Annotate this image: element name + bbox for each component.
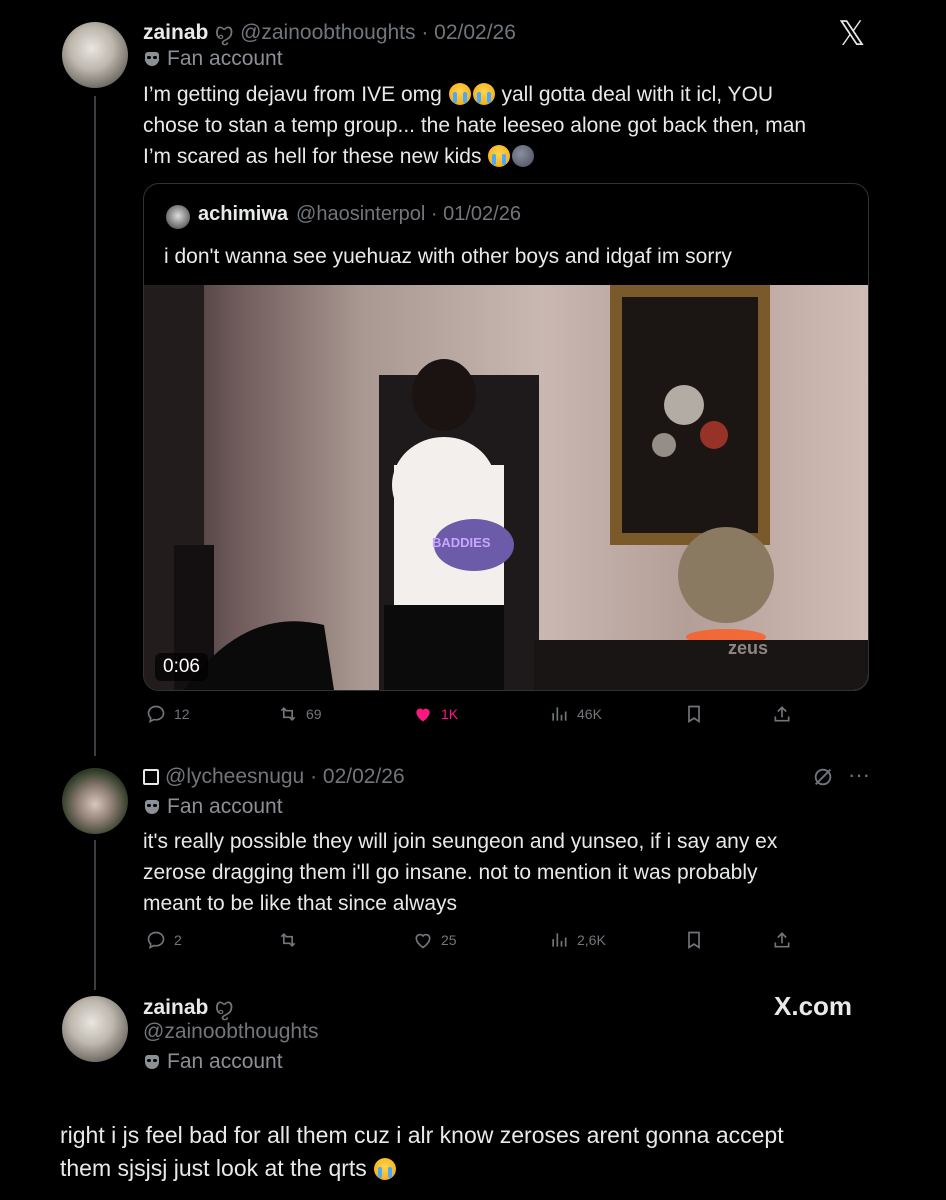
bookmark-button[interactable] xyxy=(684,930,704,950)
author-name[interactable]: zainab xyxy=(143,21,208,45)
fan-account-badge: Fan account xyxy=(145,795,283,819)
x-com-brand: X.com xyxy=(774,991,853,1021)
fan-account-badge: Fan account xyxy=(145,1050,283,1074)
caption-text: right i js feel bad for all them cuz i a… xyxy=(60,1119,784,1185)
like-count: 25 xyxy=(441,932,457,948)
fan-account-badge: Fan account xyxy=(145,47,283,71)
text-line: yall gotta deal with it icl, YOU xyxy=(501,83,774,106)
text-line: I’m scared as hell for these new kids xyxy=(143,145,482,168)
text-line: chose to stan a temp group... the hate l… xyxy=(143,114,807,137)
tweet-text: I’m getting dejavu from IVE omg yall got… xyxy=(143,79,883,172)
quote-tweet[interactable]: achimiwa @haosinterpol · 01/02/26 i don'… xyxy=(143,183,869,691)
share-icon xyxy=(774,932,790,948)
like-button[interactable]: 1K xyxy=(413,704,458,724)
text-line: zerose dragging them i'll go insane. not… xyxy=(143,861,758,884)
thread-line xyxy=(94,96,96,756)
shirt-text: BADDIES xyxy=(432,535,491,550)
reply-button[interactable]: 2 xyxy=(146,930,182,950)
video-player[interactable]: BADDIES zeus 0:06 xyxy=(144,285,868,690)
reply-icon xyxy=(147,931,165,950)
repost-count: 69 xyxy=(306,706,322,722)
heart-filled-icon xyxy=(416,708,430,722)
bookmark-icon xyxy=(688,705,700,724)
handle-date[interactable]: @lycheesnugu · 02/02/26 xyxy=(165,765,405,789)
like-button[interactable]: 25 xyxy=(413,930,457,950)
reply-count: 2 xyxy=(174,932,182,948)
like-count: 1K xyxy=(441,706,459,722)
author-name[interactable]: zainab xyxy=(143,996,208,1020)
repost-button[interactable]: 69 xyxy=(278,704,322,724)
share-button[interactable] xyxy=(772,704,792,724)
text-line: meant to be like that since always xyxy=(143,892,457,915)
repost-icon xyxy=(280,706,296,722)
crying-face-icon xyxy=(488,145,511,167)
quote-avatar xyxy=(166,205,190,229)
caption-line: them sjsjsj just look at the qrts xyxy=(60,1155,367,1181)
name-suffix: ꨄ xyxy=(214,996,235,1019)
mask-icon xyxy=(145,52,159,66)
bookmark-icon xyxy=(688,931,700,950)
thread-line xyxy=(94,840,96,990)
reply-count: 12 xyxy=(174,706,190,722)
bookmark-button[interactable] xyxy=(684,704,704,724)
share-icon xyxy=(774,706,790,722)
handle-date[interactable]: @zainoobthoughts · 02/02/26 xyxy=(240,21,516,45)
views-button[interactable]: 46K xyxy=(549,704,602,724)
badge-label: Fan account xyxy=(167,47,283,70)
grok-icon[interactable] xyxy=(812,766,834,793)
share-button[interactable] xyxy=(772,930,792,950)
views-icon xyxy=(552,933,567,947)
badge-label: Fan account xyxy=(167,795,283,818)
quote-text: i don't wanna see yuehuaz with other boy… xyxy=(164,245,732,268)
crying-face-icon xyxy=(374,1158,397,1180)
reply-icon xyxy=(147,705,165,724)
caption-line: right i js feel bad for all them cuz i a… xyxy=(60,1122,784,1148)
video-watermark: zeus xyxy=(728,638,769,658)
repost-icon xyxy=(280,932,296,948)
views-count: 46K xyxy=(577,706,602,722)
views-icon xyxy=(552,707,567,721)
heart-icon xyxy=(415,933,431,949)
avatar[interactable] xyxy=(62,22,128,88)
video-timestamp: 0:06 xyxy=(155,653,208,681)
views-count: 2,6K xyxy=(577,932,606,948)
quote-handle-date[interactable]: @haosinterpol · 01/02/26 xyxy=(296,203,521,226)
x-logo-icon: 𝕏 xyxy=(838,15,866,53)
author-handle[interactable]: @zainoobthoughts xyxy=(143,1020,318,1044)
mask-icon xyxy=(145,1055,159,1069)
tweet-text: it's really possible they will join seun… xyxy=(143,826,883,919)
reply-button[interactable]: 12 xyxy=(146,704,190,724)
mask-icon xyxy=(145,800,159,814)
crying-face-icon xyxy=(448,83,471,105)
repost-button[interactable] xyxy=(278,930,306,950)
views-button[interactable]: 2,6K xyxy=(549,930,606,950)
avatar[interactable] xyxy=(62,996,128,1062)
badge-label: Fan account xyxy=(167,1050,283,1073)
avatar[interactable] xyxy=(62,768,128,834)
video-frame xyxy=(144,285,868,690)
quote-author-name[interactable]: achimiwa xyxy=(198,203,288,226)
name-suffix: ꨄ xyxy=(214,21,235,44)
text-line: I’m getting dejavu from IVE omg xyxy=(143,83,442,106)
new-moon-face-icon xyxy=(512,145,535,167)
more-options-icon[interactable]: ··· xyxy=(848,762,870,788)
text-line: it's really possible they will join seun… xyxy=(143,830,778,853)
square-icon xyxy=(143,769,159,785)
crying-face-icon xyxy=(472,83,495,105)
